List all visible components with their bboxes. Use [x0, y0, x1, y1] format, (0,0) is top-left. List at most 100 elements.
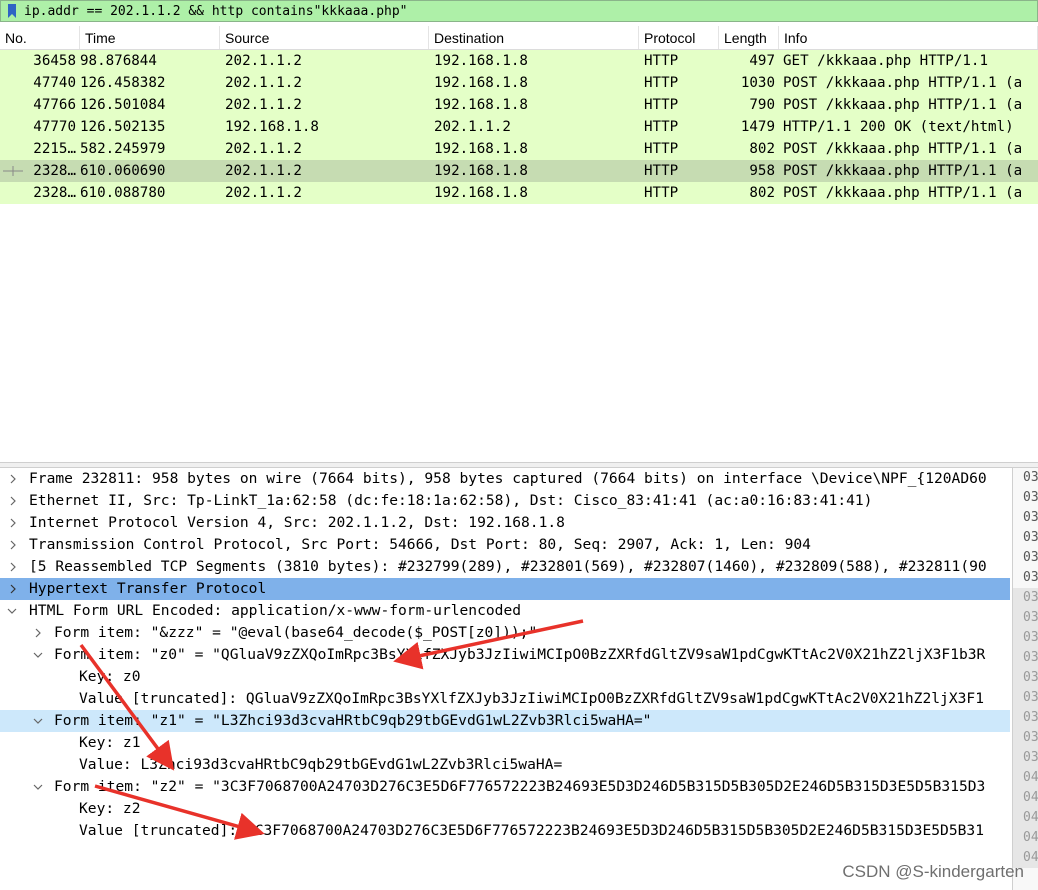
chevron-right-icon[interactable] [6, 534, 20, 556]
chevron-right-icon[interactable] [6, 468, 20, 490]
tree-item-label: Value [truncated]: QGluaV9zZXQoImRpc3BsY… [79, 690, 984, 707]
hex-offset: 03 [1013, 648, 1038, 668]
packet-no: 47766 [33, 97, 76, 113]
chevron-down-icon[interactable] [31, 710, 45, 732]
packet-source: 202.1.1.2 [225, 163, 302, 179]
packet-info: POST /kkkaaa.php HTTP/1.1 (a [783, 97, 1023, 113]
tree-item-html-form[interactable]: HTML Form URL Encoded: application/x-www… [0, 600, 1010, 622]
packet-row[interactable]: 47766 126.501084 202.1.1.2 192.168.1.8 H… [0, 94, 1038, 116]
column-header-protocol[interactable]: Protocol [639, 26, 719, 49]
packet-protocol: HTTP [644, 75, 679, 91]
packet-info: POST /kkkaaa.php HTTP/1.1 (a [783, 141, 1023, 157]
packet-row[interactable]: 47740 126.458382 202.1.1.2 192.168.1.8 H… [0, 72, 1038, 94]
packet-row[interactable]: 47770 126.502135 192.168.1.8 202.1.1.2 H… [0, 116, 1038, 138]
column-header-destination[interactable]: Destination [429, 26, 639, 49]
bookmark-icon[interactable] [4, 2, 20, 20]
packet-destination: 202.1.1.2 [434, 119, 511, 135]
tree-item-form-z0[interactable]: Form item: "z0" = "QGluaV9zZXQoImRpc3BsY… [0, 644, 1010, 666]
chevron-right-icon[interactable] [6, 556, 20, 578]
packet-destination: 192.168.1.8 [434, 75, 528, 91]
hex-offset: 03 [1013, 628, 1038, 648]
tree-item-reassembled[interactable]: [5 Reassembled TCP Segments (3810 bytes)… [0, 556, 1010, 578]
tree-item-label: Frame 232811: 958 bytes on wire (7664 bi… [29, 470, 987, 487]
packet-row[interactable]: 36458 98.876844 202.1.1.2 192.168.1.8 HT… [0, 50, 1038, 72]
tree-item-ethernet[interactable]: Ethernet II, Src: Tp-LinkT_1a:62:58 (dc:… [0, 490, 1010, 512]
tree-item-label: Internet Protocol Version 4, Src: 202.1.… [29, 514, 565, 531]
packet-destination: 192.168.1.8 [434, 185, 528, 201]
chevron-down-icon[interactable] [31, 644, 45, 666]
packet-protocol: HTTP [644, 97, 679, 113]
tree-item-label: Hypertext Transfer Protocol [29, 580, 267, 597]
tree-item-tcp[interactable]: Transmission Control Protocol, Src Port:… [0, 534, 1010, 556]
packet-no-text: 2328… [33, 163, 76, 179]
column-header-source[interactable]: Source [220, 26, 429, 49]
column-header-time[interactable]: Time [80, 26, 220, 49]
packet-source: 202.1.1.2 [225, 185, 302, 201]
packet-row-selected[interactable]: 2328… 610.060690 202.1.1.2 192.168.1.8 H… [0, 160, 1038, 182]
hex-offset: 03 [1013, 668, 1038, 688]
hex-offset: 04 [1013, 788, 1038, 808]
packet-row[interactable]: 2328… 610.088780 202.1.1.2 192.168.1.8 H… [0, 182, 1038, 204]
tree-item-ip[interactable]: Internet Protocol Version 4, Src: 202.1.… [0, 512, 1010, 534]
hex-offset: 03 [1023, 490, 1038, 505]
hex-offset: 03 [1013, 588, 1038, 608]
packet-source: 202.1.1.2 [225, 141, 302, 157]
packet-protocol: HTTP [644, 119, 679, 135]
tree-item-z2-value[interactable]: Value [truncated]: 3C3F7068700A24703D276… [0, 820, 1010, 842]
packet-list-pane[interactable]: No. Time Source Destination Protocol Len… [0, 26, 1038, 462]
hex-offset: 04 [1013, 808, 1038, 828]
packet-no: 36458 [33, 53, 76, 69]
chevron-down-icon[interactable] [5, 600, 19, 622]
chevron-right-icon[interactable] [6, 512, 20, 534]
display-filter-bar[interactable]: ip.addr == 202.1.1.2 && http contains"kk… [0, 0, 1038, 22]
tree-item-http-selected[interactable]: Hypertext Transfer Protocol [0, 578, 1010, 600]
column-header-no[interactable]: No. [0, 26, 80, 49]
packet-info: POST /kkkaaa.php HTTP/1.1 (a [783, 163, 1023, 179]
packet-destination: 192.168.1.8 [434, 141, 528, 157]
chevron-right-icon[interactable] [31, 622, 45, 644]
column-header-length[interactable]: Length [719, 26, 779, 49]
tree-item-label: Form item: "z0" = "QGluaV9zZXQoImRpc3BsY… [54, 646, 986, 663]
packet-length: 1030 [740, 75, 775, 91]
tree-item-z1-value[interactable]: Value: L3Zhci93d3cvaHRtbC9qb29tbGEvdG1wL… [0, 754, 1010, 776]
packet-time: 610.088780 [80, 185, 166, 201]
tree-item-label: [5 Reassembled TCP Segments (3810 bytes)… [29, 558, 987, 575]
packet-info: POST /kkkaaa.php HTTP/1.1 (a [783, 75, 1023, 91]
tree-item-z0-value[interactable]: Value [truncated]: QGluaV9zZXQoImRpc3BsY… [0, 688, 1010, 710]
chevron-right-icon[interactable] [6, 490, 20, 512]
tree-item-form-z1[interactable]: Form item: "z1" = "L3Zhci93d3cvaHRtbC9qb… [0, 710, 1010, 732]
tree-item-form-zzz[interactable]: Form item: "&zzz" = "@eval(base64_decode… [0, 622, 1010, 644]
packet-length: 497 [749, 53, 775, 69]
tree-item-z1-key[interactable]: Key: z1 [0, 732, 1010, 754]
tree-item-label: Ethernet II, Src: Tp-LinkT_1a:62:58 (dc:… [29, 492, 873, 509]
packet-destination: 192.168.1.8 [434, 97, 528, 113]
hex-offset: 03 [1013, 708, 1038, 728]
packet-protocol: HTTP [644, 141, 679, 157]
packet-protocol: HTTP [644, 163, 679, 179]
tree-item-z0-key[interactable]: Key: z0 [0, 666, 1010, 688]
packet-time: 610.060690 [80, 163, 166, 179]
packet-length: 790 [749, 97, 775, 113]
packet-source: 202.1.1.2 [225, 53, 302, 69]
column-header-info[interactable]: Info [779, 26, 1038, 49]
packet-bytes-pane[interactable]: 03 03 03 03 03 03 03 03 03 03 03 03 03 0… [1012, 468, 1038, 890]
tree-item-z2-key[interactable]: Key: z2 [0, 798, 1010, 820]
hex-offset: 03 [1023, 530, 1038, 545]
packet-row[interactable]: 2215… 582.245979 202.1.1.2 192.168.1.8 H… [0, 138, 1038, 160]
tree-item-label: Key: z2 [79, 800, 141, 817]
chevron-down-icon[interactable] [31, 776, 45, 798]
packet-time: 98.876844 [80, 53, 157, 69]
tree-item-form-z2[interactable]: Form item: "z2" = "3C3F7068700A24703D276… [0, 776, 1010, 798]
packet-details-pane[interactable]: Frame 232811: 958 bytes on wire (7664 bi… [0, 468, 1010, 890]
tree-item-label: Key: z1 [79, 734, 141, 751]
chevron-right-icon[interactable] [6, 578, 20, 600]
packet-info: HTTP/1.1 200 OK (text/html) [783, 119, 1014, 135]
hex-offset: 03 [1013, 748, 1038, 768]
packet-time: 126.501084 [80, 97, 166, 113]
display-filter-input[interactable]: ip.addr == 202.1.1.2 && http contains"kk… [24, 4, 408, 19]
tree-item-frame[interactable]: Frame 232811: 958 bytes on wire (7664 bi… [0, 468, 1010, 490]
packet-no: 47740 [33, 75, 76, 91]
packet-source: 202.1.1.2 [225, 97, 302, 113]
tree-item-label: Form item: "&zzz" = "@eval(base64_decode… [54, 624, 538, 641]
hex-offset: 03 [1013, 688, 1038, 708]
